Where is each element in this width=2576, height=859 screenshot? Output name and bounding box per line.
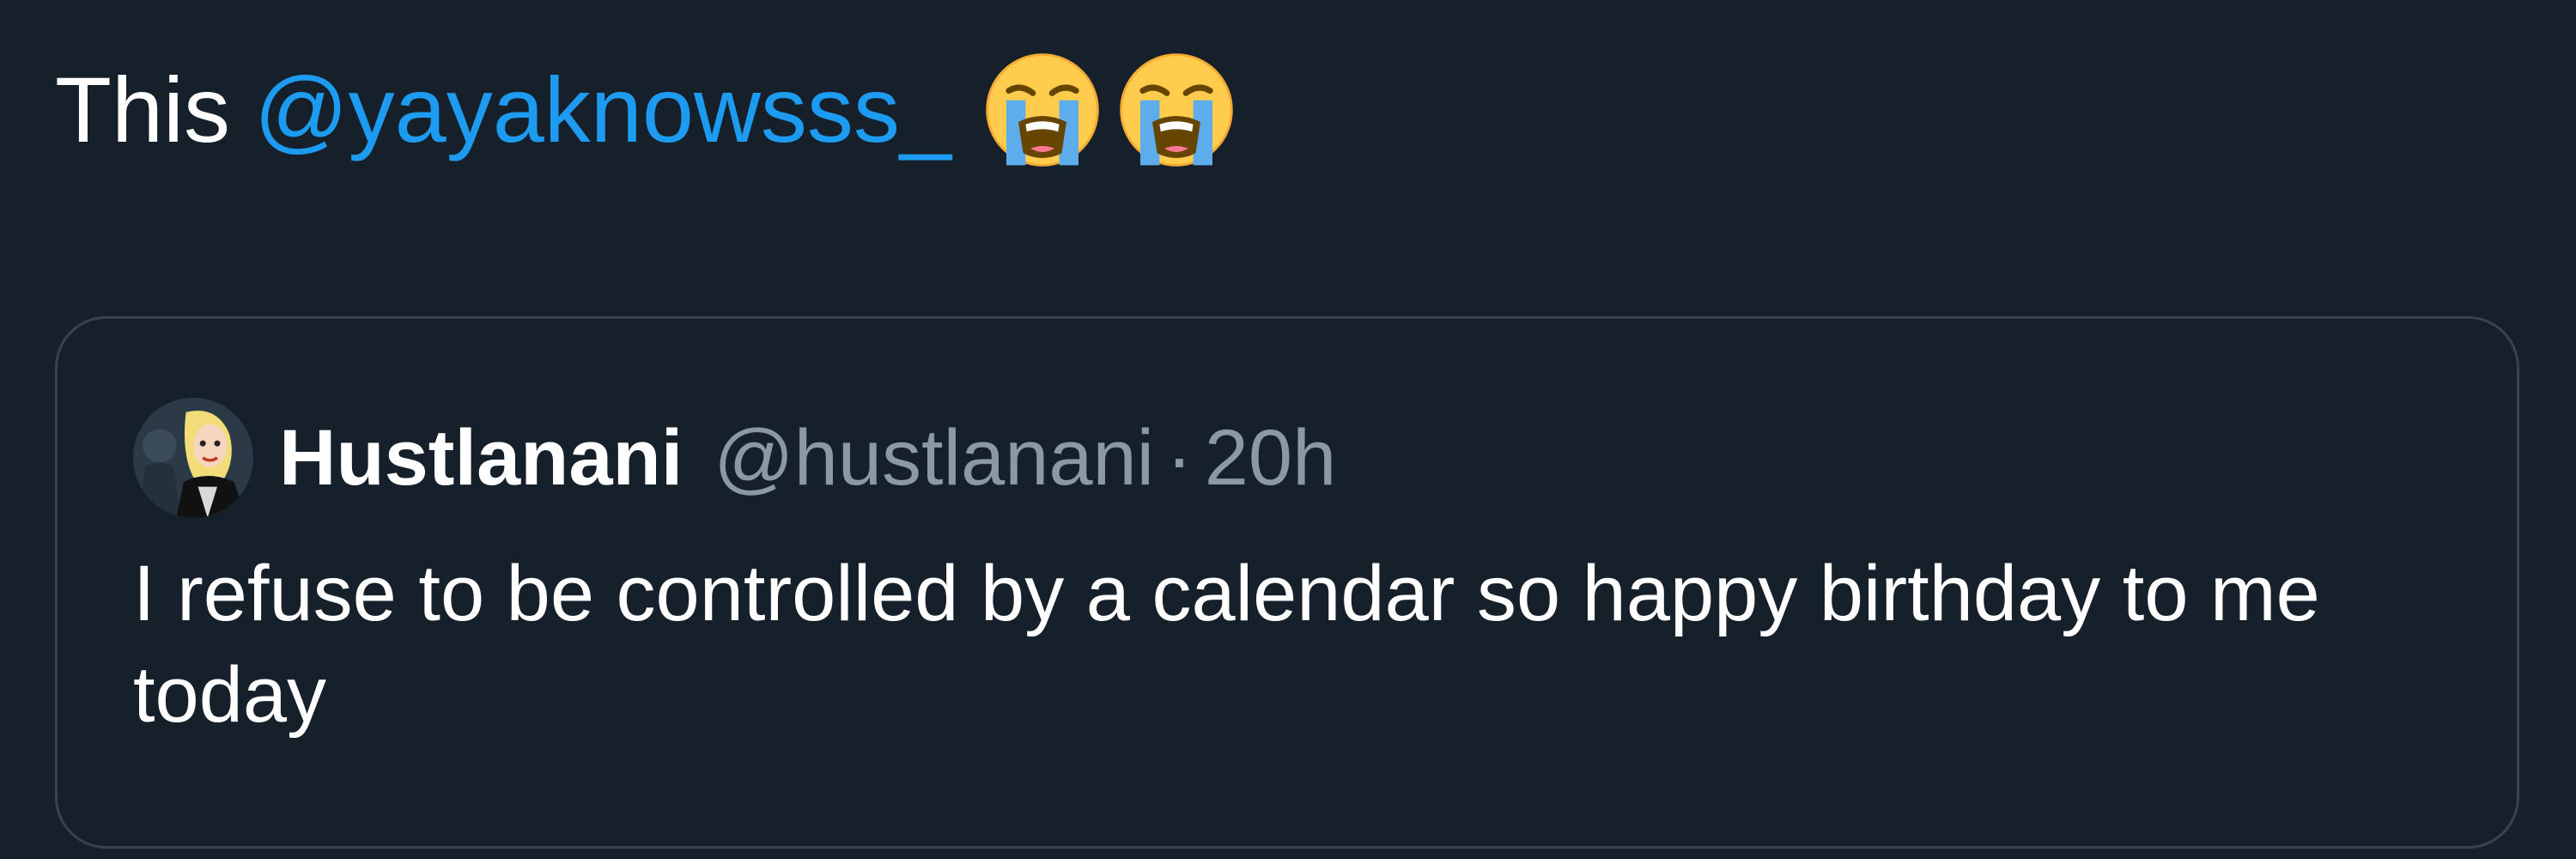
timestamp[interactable]: 20h — [1205, 413, 1337, 503]
quoted-tweet-header: Hustlanani @hustlanani · 20h — [133, 398, 1336, 518]
display-name[interactable]: Hustlanani — [279, 413, 683, 503]
separator-dot: · — [1166, 413, 1193, 502]
tweet-text: This @yayaknowsss_ — [55, 41, 1250, 179]
avatar[interactable] — [133, 398, 253, 518]
quoted-tweet-text: I refuse to be controlled by a calendar … — [133, 550, 2320, 739]
loudly-crying-face-icon — [1116, 50, 1236, 170]
mention-link[interactable]: @yayaknowsss_ — [254, 64, 951, 156]
tweet-text-start: This — [55, 58, 231, 161]
user-handle[interactable]: @hustlanani — [714, 413, 1154, 503]
quoted-tweet-card[interactable]: Hustlanani @hustlanani · 20h I refuse to… — [55, 316, 2519, 849]
loudly-crying-face-icon — [982, 50, 1103, 170]
tweet-view: This @yayaknowsss_ Hustlanani @hustlanan… — [0, 0, 2576, 859]
